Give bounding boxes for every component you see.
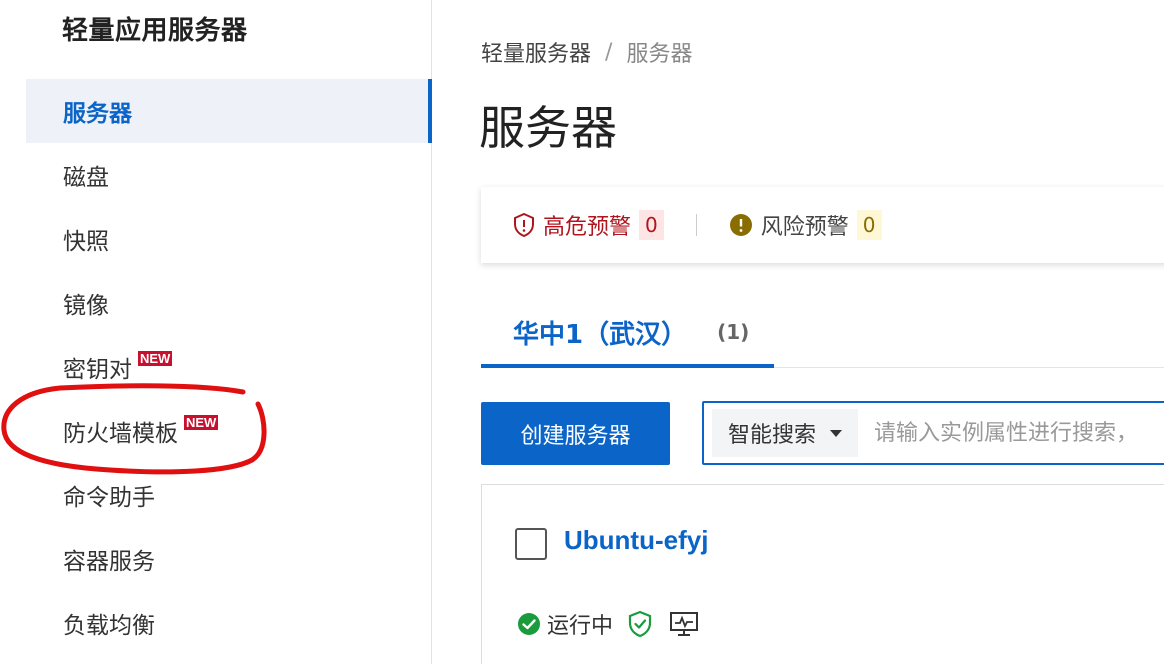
sidebar-item-label: 防火墙模板 bbox=[63, 421, 178, 447]
breadcrumb-separator: / bbox=[605, 39, 613, 65]
sidebar-item-label: 命令助手 bbox=[63, 485, 155, 511]
sidebar-title: 轻量应用服务器 bbox=[62, 16, 248, 46]
sidebar-item-snapshots[interactable]: 快照 bbox=[26, 207, 431, 271]
sidebar-item-load-balancing[interactable]: 负载均衡 bbox=[26, 591, 431, 655]
shield-check-icon[interactable] bbox=[627, 610, 653, 638]
sidebar-item-label: 密钥对 bbox=[63, 357, 132, 383]
sidebar-item-disks[interactable]: 磁盘 bbox=[26, 143, 431, 207]
search-type-dropdown[interactable]: 智能搜索 bbox=[712, 409, 859, 457]
sidebar-item-images[interactable]: 镜像 bbox=[26, 271, 431, 335]
sidebar-item-firewall-templates[interactable]: 防火墙模板 NEW bbox=[26, 399, 431, 463]
sidebar-nav: 服务器 磁盘 快照 镜像 密钥对 NEW 防火墙模板 NEW 命令助手 容器服务… bbox=[26, 79, 432, 655]
risk-alert[interactable]: 风险预警 0 bbox=[729, 209, 882, 241]
sidebar-item-key-pairs[interactable]: 密钥对 NEW bbox=[26, 335, 431, 399]
alert-divider bbox=[695, 214, 697, 236]
check-circle-icon bbox=[517, 612, 541, 636]
server-status: 运行中 bbox=[547, 614, 614, 639]
main-content: 轻量服务器 / 服务器 服务器 高危预警 0 风险预警 0 华中1（武汉） (1… bbox=[433, 0, 1164, 664]
server-name-link[interactable]: Ubuntu-efyj bbox=[564, 525, 708, 556]
sidebar-item-command-assistant[interactable]: 命令助手 bbox=[26, 463, 431, 527]
sidebar: 轻量应用服务器 服务器 磁盘 快照 镜像 密钥对 NEW 防火墙模板 NEW 命… bbox=[0, 0, 432, 664]
breadcrumb-root[interactable]: 轻量服务器 bbox=[481, 36, 591, 68]
sidebar-item-label: 镜像 bbox=[63, 293, 109, 319]
new-badge: NEW bbox=[184, 414, 219, 430]
exclamation-circle-icon bbox=[729, 213, 753, 237]
tab-region-wuhan[interactable]: 华中1（武汉） (1) bbox=[481, 300, 774, 368]
search-type-label: 智能搜索 bbox=[728, 423, 817, 448]
sidebar-item-container-service[interactable]: 容器服务 bbox=[26, 527, 431, 591]
high-risk-alert[interactable]: 高危预警 0 bbox=[513, 209, 664, 241]
high-risk-count: 0 bbox=[639, 210, 664, 240]
region-tabs: 华中1（武汉） (1) bbox=[481, 300, 1164, 368]
shield-warning-icon bbox=[513, 213, 535, 237]
new-badge: NEW bbox=[138, 350, 173, 366]
sidebar-item-servers[interactable]: 服务器 bbox=[26, 79, 432, 143]
search-box: 智能搜索 bbox=[702, 401, 1164, 465]
risk-count: 0 bbox=[856, 210, 882, 240]
high-risk-label: 高危预警 bbox=[543, 215, 632, 240]
tab-label: 华中1（武汉） bbox=[513, 319, 688, 350]
create-server-button[interactable]: 创建服务器 bbox=[481, 402, 670, 465]
server-status-row: 运行中 bbox=[517, 608, 699, 640]
risk-label: 风险预警 bbox=[760, 215, 849, 240]
sidebar-item-label: 负载均衡 bbox=[63, 613, 155, 639]
sidebar-item-label: 服务器 bbox=[63, 101, 132, 127]
search-input[interactable] bbox=[874, 420, 1164, 446]
breadcrumb: 轻量服务器 / 服务器 bbox=[481, 36, 692, 68]
server-checkbox[interactable] bbox=[515, 528, 547, 560]
server-card: Ubuntu-efyj 运行中 bbox=[481, 484, 1164, 664]
sidebar-item-label: 磁盘 bbox=[63, 165, 109, 191]
monitor-icon[interactable] bbox=[669, 611, 699, 637]
sidebar-item-label: 容器服务 bbox=[63, 549, 155, 575]
page-title: 服务器 bbox=[479, 101, 617, 155]
tab-count: (1) bbox=[717, 320, 750, 344]
alert-card: 高危预警 0 风险预警 0 bbox=[481, 187, 1164, 263]
breadcrumb-current: 服务器 bbox=[626, 42, 693, 67]
sidebar-item-label: 快照 bbox=[63, 229, 109, 255]
caret-down-icon bbox=[830, 429, 843, 437]
